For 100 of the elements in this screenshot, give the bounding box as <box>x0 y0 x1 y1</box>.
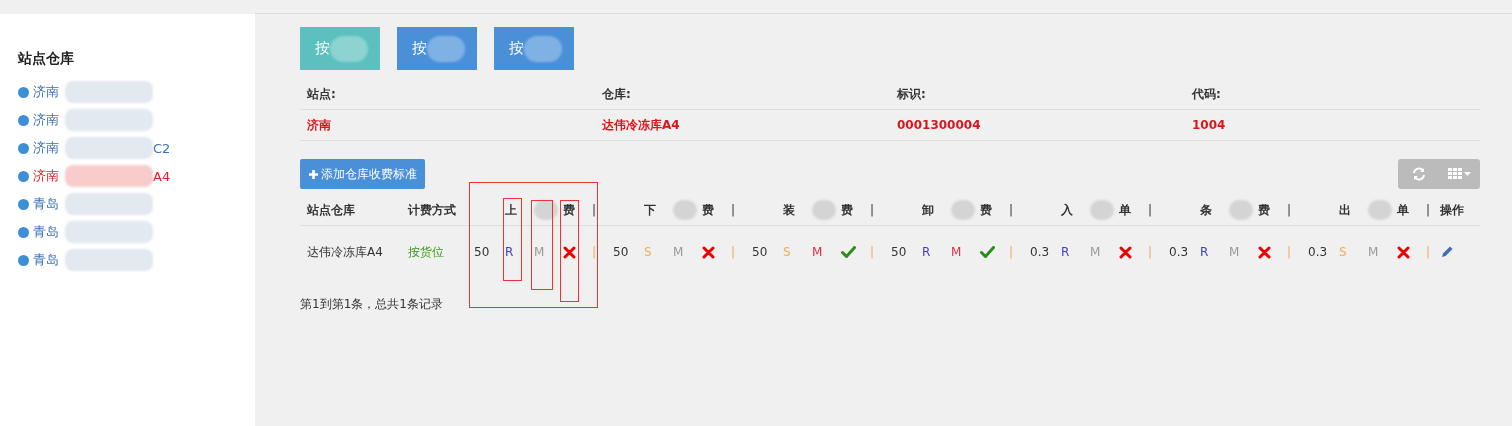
column-header: 卸 <box>922 201 934 219</box>
m-code: M <box>951 245 962 259</box>
mode-code: S <box>783 245 791 259</box>
column-separator: | <box>592 203 597 217</box>
column-header: 费 <box>980 201 992 219</box>
column-header: 操作 <box>1440 201 1464 219</box>
check-icon <box>980 246 995 258</box>
cross-icon <box>1119 245 1132 259</box>
fee-value: 50 <box>752 245 768 259</box>
fee-value: 0.3 <box>1169 245 1189 259</box>
fee-value: 50 <box>613 245 629 259</box>
m-code: M <box>673 245 684 259</box>
blurred-patch <box>1090 200 1114 220</box>
column-header: 站点仓库 <box>307 201 355 219</box>
column-separator: | <box>731 245 736 259</box>
add-button[interactable]: 添加仓库收费标准 <box>300 159 425 189</box>
dot-icon <box>18 86 29 98</box>
info-value: 达伟冷冻库A4 <box>602 116 680 134</box>
column-separator: | <box>1009 245 1014 259</box>
info-label: 站点: <box>307 85 336 103</box>
dot-icon <box>18 170 29 182</box>
sidebar-item[interactable]: 青岛 <box>33 223 59 241</box>
column-header: 出 <box>1339 201 1351 219</box>
dot-icon <box>18 142 29 154</box>
caret-icon <box>1464 172 1471 176</box>
fee-value: 0.3 <box>1308 245 1328 259</box>
fee-value: 50 <box>474 245 490 259</box>
sidebar-item[interactable]: 济南 <box>33 139 59 157</box>
info-value: 0001300004 <box>897 118 981 132</box>
blurred-patch <box>812 200 836 220</box>
info-label: 标识: <box>897 85 926 103</box>
mode-code: R <box>922 245 931 259</box>
column-header: 下 <box>644 201 656 219</box>
table-cell: 达伟冷冻库A4 <box>307 243 383 261</box>
grid-icon <box>1448 168 1462 180</box>
blurred-patch <box>1229 200 1253 220</box>
column-header: 上 <box>505 201 517 219</box>
column-header: 条 <box>1200 201 1212 219</box>
mode-button[interactable]: 按 <box>494 27 574 70</box>
column-header: 费 <box>702 201 714 219</box>
mode-code: R <box>1200 245 1209 259</box>
info-label: 代码: <box>1192 85 1221 103</box>
m-code: M <box>1229 245 1240 259</box>
cross-icon <box>563 245 576 259</box>
column-header: 计费方式 <box>408 201 456 219</box>
info-value: 1004 <box>1192 118 1226 132</box>
fee-value: 0.3 <box>1030 245 1050 259</box>
sidebar-title: 站点仓库 <box>18 50 75 68</box>
dot-icon <box>18 254 29 266</box>
fee-value: 50 <box>891 245 907 259</box>
column-separator: | <box>1287 203 1292 217</box>
cross-icon <box>1397 245 1410 259</box>
cross-icon <box>1258 245 1271 259</box>
refresh-icon <box>1411 167 1426 181</box>
column-separator: | <box>1287 245 1292 259</box>
blurred-patch <box>1368 200 1392 220</box>
plus-icon <box>308 168 319 180</box>
sidebar-item[interactable]: 青岛 <box>33 195 59 213</box>
column-separator: | <box>1009 203 1014 217</box>
mode-button[interactable]: 按 <box>397 27 477 70</box>
mode-code: R <box>505 245 514 259</box>
m-code: M <box>1090 245 1101 259</box>
column-separator: | <box>1148 245 1153 259</box>
column-separator: | <box>592 245 597 259</box>
m-code: M <box>534 245 545 259</box>
sidebar-item[interactable]: 济南 <box>33 167 59 185</box>
mode-code: S <box>1339 245 1347 259</box>
blurred-patch <box>951 200 975 220</box>
edit-icon[interactable] <box>1440 245 1454 259</box>
table-cell: 按货位 <box>408 243 444 261</box>
blurred-patch <box>673 200 697 220</box>
column-header: 单 <box>1397 201 1409 219</box>
mode-code: S <box>644 245 652 259</box>
sidebar-item[interactable]: 青岛 <box>33 251 59 269</box>
column-separator: | <box>1148 203 1153 217</box>
item-suffix: C2 <box>153 140 171 156</box>
dot-icon <box>18 114 29 126</box>
column-header: 装 <box>783 201 795 219</box>
item-suffix: A4 <box>153 168 171 184</box>
column-separator: | <box>1426 245 1431 259</box>
column-separator: | <box>870 203 875 217</box>
m-code: M <box>812 245 823 259</box>
mode-code: R <box>1061 245 1070 259</box>
info-label: 仓库: <box>602 85 631 103</box>
sidebar-item[interactable]: 济南 <box>33 111 59 129</box>
cross-icon <box>702 245 715 259</box>
info-value: 济南 <box>307 116 331 134</box>
column-separator: | <box>731 203 736 217</box>
pagination-info: 第1到第1条，总共1条记录 <box>300 296 444 313</box>
column-header: 费 <box>1258 201 1270 219</box>
sidebar-item[interactable]: 济南 <box>33 83 59 101</box>
column-header: 费 <box>841 201 853 219</box>
dot-icon <box>18 226 29 238</box>
column-separator: | <box>870 245 875 259</box>
column-header: 单 <box>1119 201 1131 219</box>
check-icon <box>841 246 856 258</box>
column-separator: | <box>1426 203 1431 217</box>
dot-icon <box>18 198 29 210</box>
m-code: M <box>1368 245 1379 259</box>
column-header: 入 <box>1061 201 1073 219</box>
